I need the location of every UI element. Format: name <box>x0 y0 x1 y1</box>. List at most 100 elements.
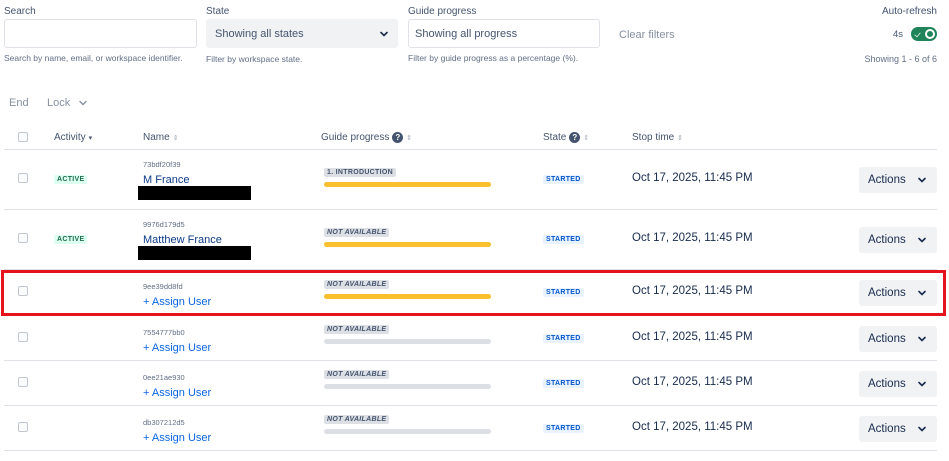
state-label: State <box>206 6 230 17</box>
user-name-link[interactable]: Matthew France <box>143 234 222 246</box>
guide-step-tag: NOT AVAILABLE <box>324 415 390 424</box>
workspace-id: 73bdf20f39 <box>143 160 181 169</box>
table-row: 9ee39dd8fd + Assign User NOT AVAILABLE S… <box>0 270 949 316</box>
actions-button[interactable]: Actions <box>859 415 937 442</box>
help-icon[interactable]: ? <box>569 132 581 143</box>
chevron-down-icon <box>918 237 926 243</box>
lock-label: Lock <box>47 97 71 109</box>
stop-time: Oct 17, 2025, 11:45 PM <box>632 172 753 184</box>
state-badge: STARTED <box>543 423 584 433</box>
column-activity[interactable]: Activity ▾ <box>54 132 92 143</box>
progress-label: Guide progress <box>408 6 477 17</box>
guide-progress-fill <box>324 182 491 187</box>
row-checkbox[interactable] <box>18 173 28 183</box>
end-button[interactable]: End <box>9 97 29 109</box>
chevron-down-icon <box>380 31 388 37</box>
row-checkbox[interactable] <box>18 286 28 296</box>
column-stop-time[interactable]: Stop time ⇕ <box>632 132 683 143</box>
sort-icon: ⇕ <box>583 134 590 142</box>
progress-help: Filter by guide progress as a percentage… <box>408 53 579 63</box>
state-badge: STARTED <box>543 235 584 244</box>
workspace-id: 7554777bb0 <box>143 328 185 337</box>
row-checkbox[interactable] <box>18 376 28 387</box>
column-state[interactable]: State? ⇕ <box>543 132 589 143</box>
select-all-checkbox[interactable] <box>18 132 28 142</box>
row-checkbox[interactable] <box>18 233 28 243</box>
actions-button[interactable]: Actions <box>859 325 937 352</box>
assign-user-link[interactable]: + Assign User <box>143 296 211 308</box>
guide-progress-fill <box>324 242 491 247</box>
lock-button[interactable]: Lock <box>47 97 88 109</box>
help-icon[interactable]: ? <box>392 132 404 143</box>
sort-icon: ⇕ <box>677 134 684 142</box>
search-input[interactable] <box>5 20 196 47</box>
activity-badge: ACTIVE <box>54 175 88 184</box>
user-name-link[interactable]: M France <box>143 174 189 186</box>
stop-time: Oct 17, 2025, 11:45 PM <box>632 375 753 388</box>
search-help: Search by name, email, or workspace iden… <box>4 53 183 63</box>
guide-step-tag: NOT AVAILABLE <box>324 325 390 334</box>
assign-user-link[interactable]: + Assign User <box>143 432 211 444</box>
actions-button[interactable]: Actions <box>859 370 937 397</box>
redacted-email <box>138 186 251 200</box>
column-name[interactable]: Name ⇕ <box>143 132 179 143</box>
column-guide-progress[interactable]: Guide progress? ⇕ <box>321 132 412 143</box>
actions-button[interactable]: Actions <box>859 280 937 306</box>
auto-refresh-control: 4s <box>893 27 937 41</box>
state-select-value: Showing all states <box>215 27 304 40</box>
stop-time: Oct 17, 2025, 11:45 PM <box>632 285 753 297</box>
redacted-email <box>138 246 251 260</box>
state-badge: STARTED <box>543 333 584 343</box>
auto-refresh-toggle[interactable] <box>911 27 937 41</box>
guide-progress-bar <box>324 242 491 247</box>
actions-button[interactable]: Actions <box>859 227 937 253</box>
guide-progress-bar <box>324 182 491 187</box>
state-select[interactable]: Showing all states <box>206 19 398 48</box>
chevron-down-icon <box>918 177 926 183</box>
actions-label: Actions <box>868 377 906 390</box>
auto-refresh-label: Auto-refresh <box>881 6 937 17</box>
search-label: Search <box>4 6 36 17</box>
guide-step-tag: NOT AVAILABLE <box>324 280 390 289</box>
guide-progress-bar <box>324 294 491 299</box>
chevron-down-icon <box>918 336 926 342</box>
guide-step-tag: 1. INTRODUCTION <box>324 168 396 177</box>
state-help: Filter by workspace state. <box>206 54 303 64</box>
row-divider <box>4 450 937 451</box>
guide-step-tag: NOT AVAILABLE <box>324 370 390 379</box>
actions-label: Actions <box>868 174 906 186</box>
actions-label: Actions <box>868 234 906 246</box>
actions-label: Actions <box>868 287 906 299</box>
sort-icon: ⇕ <box>172 134 179 142</box>
table-row: db307212d5 + Assign User NOT AVAILABLE S… <box>0 406 949 451</box>
row-checkbox[interactable] <box>18 331 28 342</box>
workspace-id: db307212d5 <box>143 418 185 427</box>
state-badge: STARTED <box>543 378 584 388</box>
row-checkbox[interactable] <box>18 421 28 432</box>
progress-filter-input[interactable]: Showing all progress <box>408 19 600 48</box>
workspace-id: 0ee21ae930 <box>143 373 185 382</box>
guide-progress-bar <box>324 429 491 434</box>
assign-user-link[interactable]: + Assign User <box>143 342 211 354</box>
refresh-interval: 4s <box>892 28 903 40</box>
activity-badge: ACTIVE <box>54 235 88 244</box>
actions-label: Actions <box>868 422 906 435</box>
actions-label: Actions <box>868 332 906 345</box>
state-badge: STARTED <box>543 175 584 184</box>
actions-button[interactable]: Actions <box>859 167 937 193</box>
assign-user-link[interactable]: + Assign User <box>143 387 211 399</box>
chevron-down-icon <box>918 290 926 296</box>
table-row: ACTIVE 9976d179d5 Matthew France NOT AVA… <box>0 210 949 270</box>
progress-filter-value: Showing all progress <box>415 27 518 40</box>
guide-progress-bar <box>324 384 491 389</box>
clear-filters-button[interactable]: Clear filters <box>619 29 675 41</box>
stop-time: Oct 17, 2025, 11:45 PM <box>632 420 753 433</box>
sort-icon: ⇕ <box>406 134 413 142</box>
guide-progress-fill <box>324 294 491 299</box>
chevron-down-icon <box>918 426 926 432</box>
results-count: Showing 1 - 6 of 6 <box>864 54 937 64</box>
chevron-down-icon <box>79 100 87 106</box>
search-field[interactable] <box>4 19 197 48</box>
guide-progress-bar <box>324 339 491 344</box>
table-row: 7554777bb0 + Assign User NOT AVAILABLE S… <box>0 316 949 361</box>
